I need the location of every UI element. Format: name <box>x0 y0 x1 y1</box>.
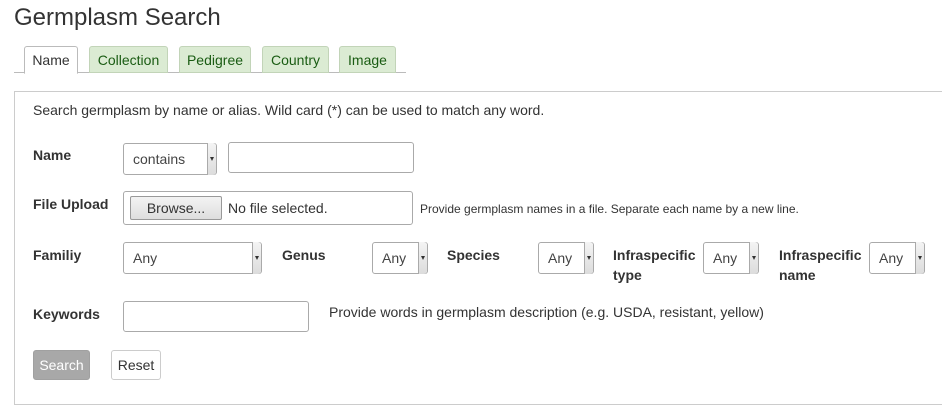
species-select-value: Any <box>548 250 573 266</box>
file-upload-label: File Upload <box>33 196 109 212</box>
keywords-label: Keywords <box>33 306 100 322</box>
infraspecific-name-select-value: Any <box>879 250 904 266</box>
infraspecific-type-label: Infraspecific type <box>613 245 695 285</box>
species-label: Species <box>447 247 500 263</box>
tab-image[interactable]: Image <box>339 46 396 73</box>
genus-select[interactable]: Any <box>372 242 428 274</box>
tab-pedigree[interactable]: Pedigree <box>179 46 251 73</box>
infraspecific-name-label-line1: Infraspecific <box>779 247 862 263</box>
tab-country[interactable]: Country <box>262 46 329 73</box>
browse-button[interactable]: Browse... <box>130 196 222 220</box>
name-label: Name <box>33 147 72 163</box>
name-operator-value: contains <box>133 151 186 167</box>
file-upload-field[interactable]: Browse... No file selected. <box>123 191 413 225</box>
reset-button[interactable]: Reset <box>111 350 161 380</box>
family-select[interactable]: Any <box>123 242 262 274</box>
infraspecific-type-select[interactable]: Any <box>703 242 759 274</box>
species-select[interactable]: Any <box>538 242 594 274</box>
infraspecific-name-label-line2: name <box>779 267 816 283</box>
file-upload-help: Provide germplasm names in a file. Separ… <box>420 202 799 216</box>
genus-select-value: Any <box>382 250 407 266</box>
search-button[interactable]: Search <box>33 350 90 380</box>
family-select-value: Any <box>133 250 158 266</box>
chevron-down-icon <box>207 143 216 175</box>
page-title: Germplasm Search <box>14 4 221 31</box>
chevron-down-icon <box>915 242 924 274</box>
tab-collection[interactable]: Collection <box>89 46 168 73</box>
infraspecific-type-label-line1: Infraspecific <box>613 247 696 263</box>
infraspecific-type-select-value: Any <box>713 250 738 266</box>
chevron-down-icon <box>252 242 261 274</box>
genus-label: Genus <box>282 247 326 263</box>
chevron-down-icon <box>418 242 427 274</box>
chevron-down-icon <box>749 242 758 274</box>
search-description: Search germplasm by name or alias. Wild … <box>33 102 545 118</box>
chevron-down-icon <box>584 242 593 274</box>
infraspecific-name-label: Infraspecific name <box>779 245 861 285</box>
name-input[interactable] <box>228 142 414 173</box>
infraspecific-type-label-line2: type <box>613 267 642 283</box>
keywords-help: Provide words in germplasm description (… <box>329 304 764 320</box>
tab-name[interactable]: Name <box>24 46 78 74</box>
infraspecific-name-select[interactable]: Any <box>869 242 925 274</box>
keywords-input[interactable] <box>123 301 309 332</box>
name-operator-select[interactable]: contains <box>123 143 217 175</box>
family-label: Familiy <box>33 247 82 263</box>
file-status: No file selected. <box>228 200 328 216</box>
